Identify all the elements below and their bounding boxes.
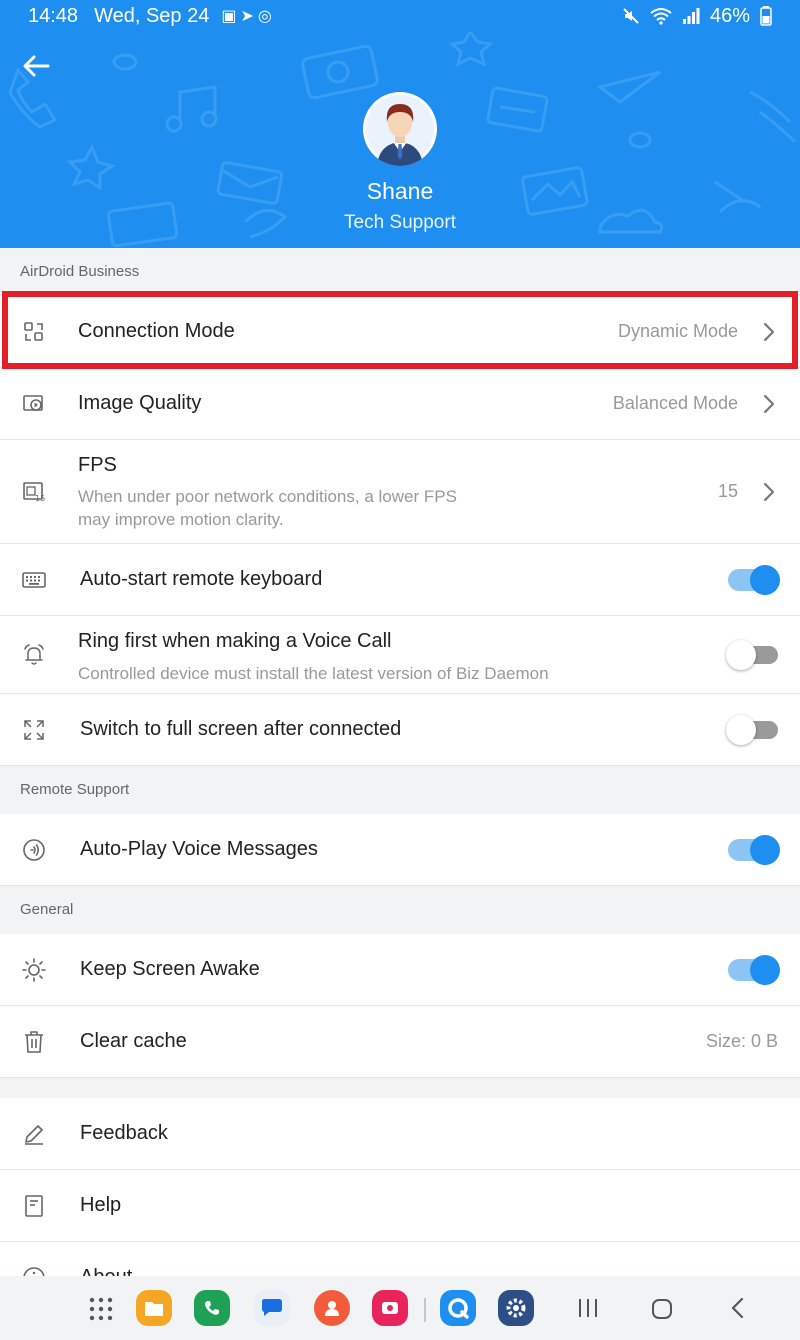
image-quality-icon	[23, 394, 43, 411]
fps-icon: 15	[23, 481, 45, 503]
fps-value: 15	[717, 481, 738, 501]
back-nav-icon[interactable]	[728, 1296, 748, 1320]
auto-play-voice-label: Auto-Play Voice Messages	[80, 838, 318, 860]
fps-label: FPS	[78, 454, 117, 476]
full-screen-toggle[interactable]	[726, 714, 778, 745]
signal-icon	[682, 8, 700, 24]
ring-first-toggle[interactable]	[726, 639, 778, 670]
chevron-right-icon	[763, 394, 775, 413]
settings-list: AirDroid Business Connection Mode Dynami…	[0, 248, 800, 1314]
airdroid-icon[interactable]	[440, 1290, 476, 1326]
status-time: 14:48	[28, 4, 79, 27]
gallery-icon: ▣	[221, 8, 237, 25]
image-quality-value: Balanced Mode	[612, 393, 738, 413]
avatar[interactable]	[363, 92, 437, 166]
keep-awake-row: Keep Screen Awake	[0, 934, 800, 1006]
user-name: Shane	[366, 178, 434, 204]
ring-first-label: Ring first when making a Voice Call	[78, 630, 392, 652]
pencil-icon	[25, 1124, 43, 1145]
phone-icon[interactable]	[194, 1290, 230, 1326]
notification-icons: ▣ ➤ ◎	[221, 6, 272, 26]
help-label: Help	[80, 1194, 122, 1216]
image-quality-row[interactable]: Image Quality Balanced Mode	[0, 368, 800, 440]
keyboard-icon	[22, 571, 46, 588]
settings-icon[interactable]	[498, 1290, 534, 1326]
feedback-label: Feedback	[80, 1122, 168, 1144]
user-role: Tech Support	[344, 212, 456, 233]
feedback-row[interactable]: Feedback	[0, 1098, 800, 1170]
battery-percent: 46%	[709, 4, 750, 27]
nav-divider	[424, 1298, 426, 1322]
ring-first-description: Controlled device must install the lates…	[78, 664, 549, 683]
connection-mode-icon	[24, 321, 43, 341]
messages-icon[interactable]	[254, 1290, 290, 1326]
lifebuoy-icon: ◎	[257, 8, 272, 25]
connection-mode-row[interactable]: Connection Mode Dynamic Mode	[0, 296, 800, 368]
connection-mode-value: Dynamic Mode	[617, 321, 738, 341]
my-files-icon[interactable]	[136, 1290, 172, 1326]
fps-description-line1: When under poor network conditions, a lo…	[78, 487, 457, 506]
home-icon[interactable]	[650, 1297, 674, 1321]
full-screen-label: Switch to full screen after connected	[80, 718, 402, 740]
full-screen-row: Switch to full screen after connected	[0, 694, 800, 766]
section-title-general: General	[0, 886, 800, 934]
back-arrow-icon[interactable]	[20, 52, 52, 80]
auto-start-keyboard-row: Auto-start remote keyboard	[0, 544, 800, 616]
spacer	[0, 1078, 800, 1098]
fps-description-line2: may improve motion clarity.	[78, 510, 284, 529]
clear-cache-row[interactable]: Clear cache Size: 0 B	[0, 1006, 800, 1078]
wifi-icon	[650, 8, 672, 25]
battery-icon	[760, 6, 772, 26]
expand-icon	[24, 719, 44, 740]
chevron-right-icon	[763, 322, 775, 341]
mute-icon	[623, 8, 639, 24]
clear-cache-label: Clear cache	[80, 1030, 187, 1052]
keep-awake-label: Keep Screen Awake	[80, 958, 260, 980]
telegram-icon: ➤	[240, 8, 254, 25]
svg-text:15: 15	[35, 494, 45, 503]
ring-first-row: Ring first when making a Voice Call Cont…	[0, 616, 800, 694]
contacts-icon[interactable]	[314, 1290, 350, 1326]
chevron-right-icon	[763, 482, 775, 501]
connection-mode-label: Connection Mode	[78, 320, 235, 342]
image-quality-label: Image Quality	[78, 392, 202, 414]
status-date: Wed, Sep 24	[94, 4, 210, 27]
clear-cache-value: Size: 0 B	[705, 1031, 778, 1051]
keep-awake-toggle[interactable]	[728, 954, 780, 985]
bell-icon	[24, 643, 44, 665]
profile-header: Shane Tech Support	[0, 32, 800, 248]
voice-message-icon	[23, 838, 45, 861]
auto-play-voice-row: Auto-Play Voice Messages	[0, 814, 800, 886]
section-title-airdroid-business: AirDroid Business	[0, 248, 800, 296]
status-bar: 14:48 Wed, Sep 24 ▣ ➤ ◎ 46%	[0, 0, 800, 32]
system-icons: 46%	[622, 5, 772, 28]
screen-recorder-icon[interactable]	[372, 1290, 408, 1326]
navigation-bar	[0, 1276, 800, 1340]
auto-play-voice-toggle[interactable]	[728, 834, 780, 865]
trash-icon	[25, 1030, 43, 1053]
brightness-icon	[22, 957, 46, 982]
app-drawer-icon[interactable]	[88, 1296, 114, 1322]
fps-row[interactable]: 15 FPS When under poor network condition…	[0, 440, 800, 544]
recent-apps-icon[interactable]	[576, 1296, 600, 1320]
help-book-icon	[25, 1194, 43, 1217]
auto-start-keyboard-toggle[interactable]	[728, 564, 780, 595]
auto-start-keyboard-label: Auto-start remote keyboard	[80, 568, 323, 590]
help-row[interactable]: Help	[0, 1170, 800, 1242]
section-title-remote-support: Remote Support	[0, 766, 800, 814]
